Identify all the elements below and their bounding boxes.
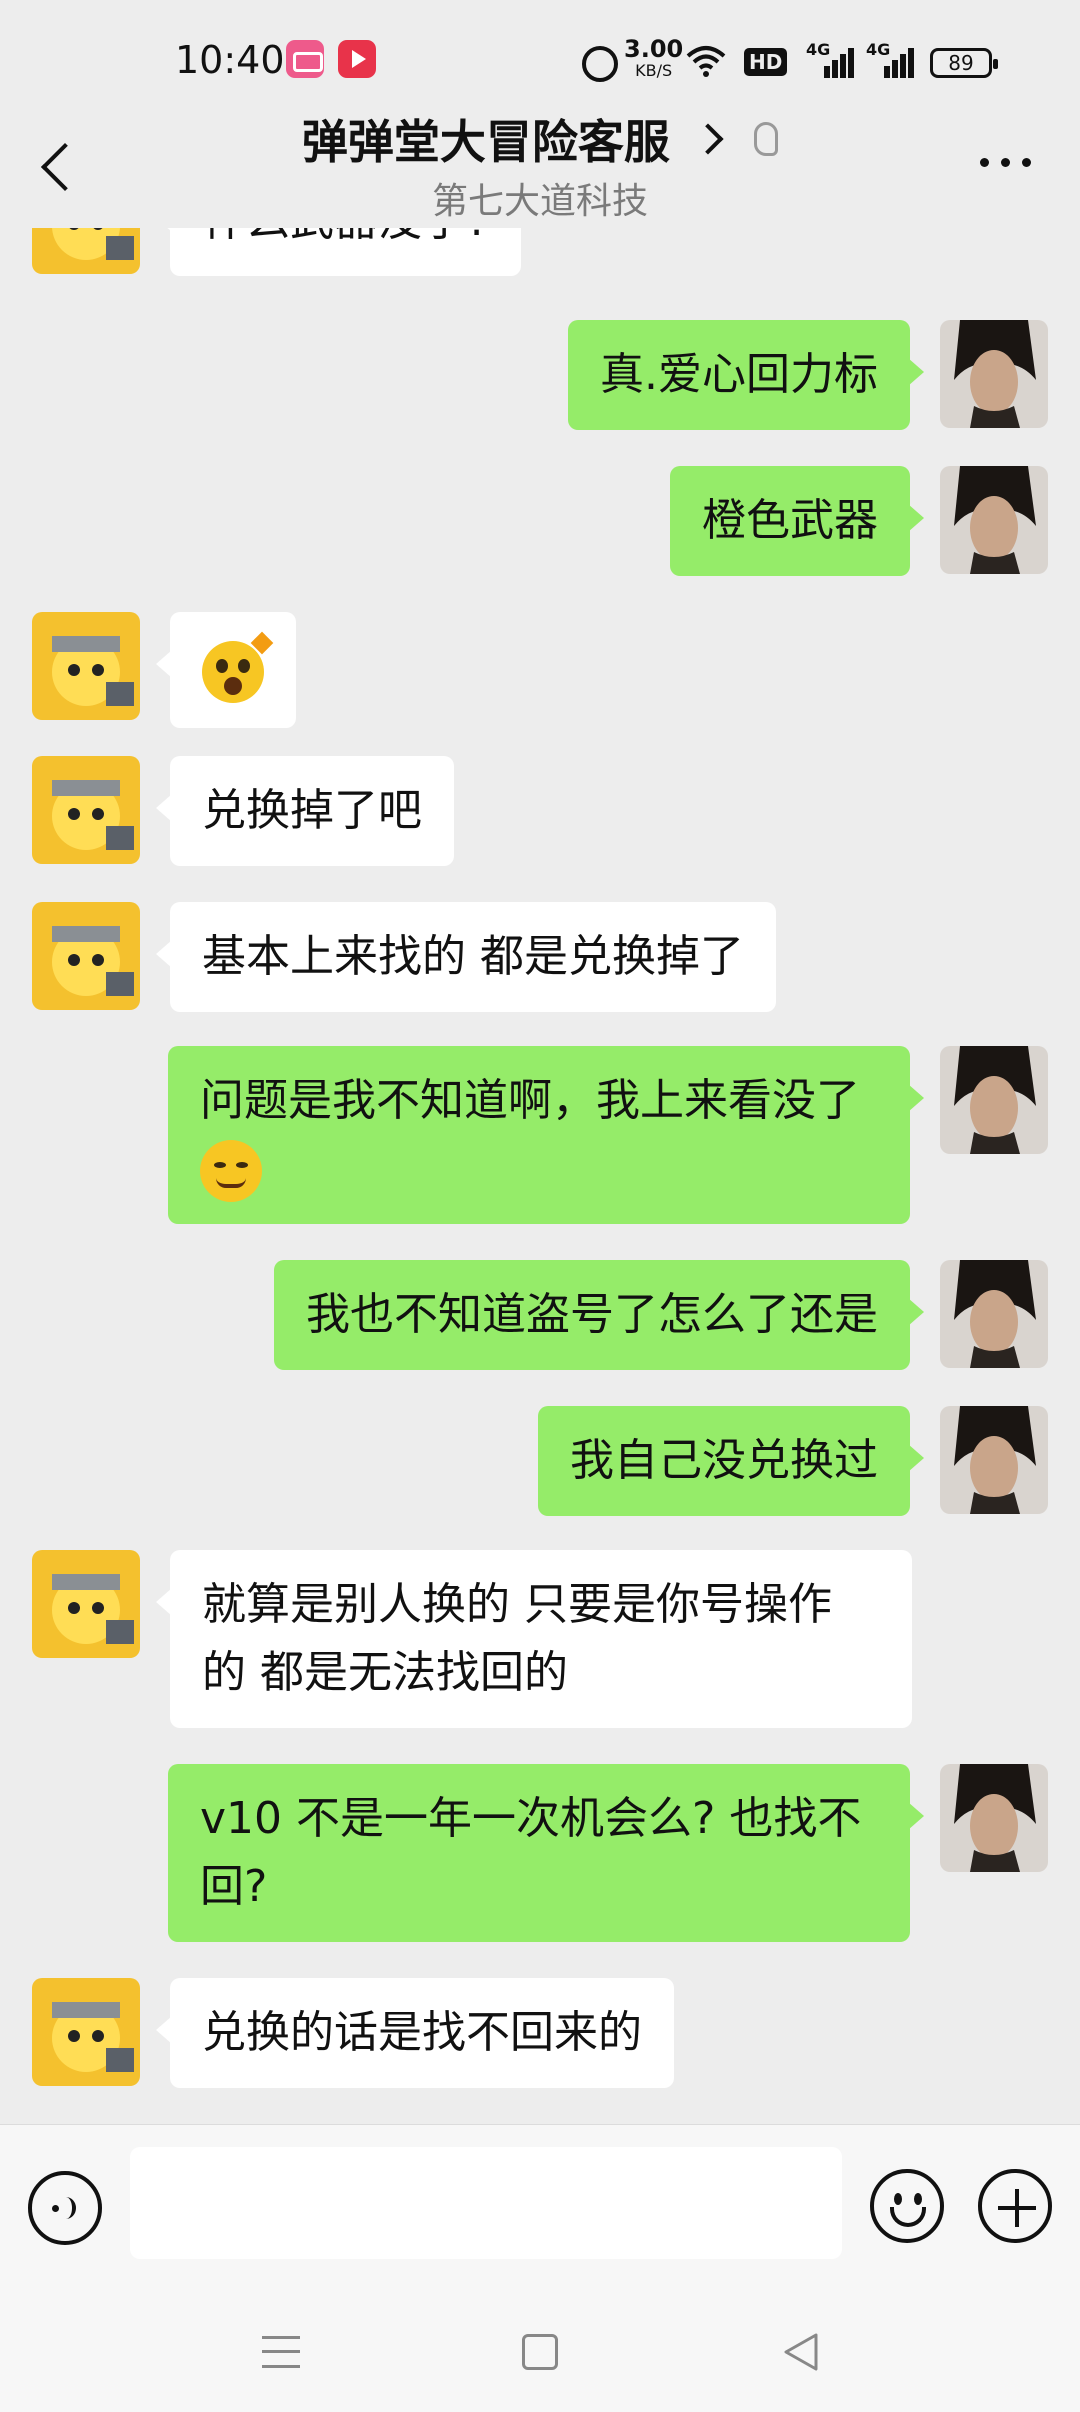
received-bubble[interactable]: 基本上来找的 都是兑换掉了 [156,902,776,1012]
recent-apps-icon[interactable] [262,2336,300,2368]
message-row: 我自己没兑换过 [0,1406,1080,1518]
message-row: 基本上来找的 都是兑换掉了 [0,902,1080,1014]
message-row: 问题是我不知道啊，我上来看没了 [0,1046,1080,1228]
signal-icon-1: 4G [806,40,854,78]
message-text-line2: 的 都是无法找回的 [202,1647,568,1698]
user-avatar[interactable] [940,320,1048,428]
more-options-button[interactable] [976,148,1036,178]
cs-avatar[interactable] [32,228,140,274]
sent-bubble[interactable]: v10 不是一年一次机会么? 也找不 回? [168,1764,924,1942]
user-avatar[interactable] [940,466,1048,574]
battery-icon: 89 [930,48,998,78]
signal2-label: 4G [866,40,891,59]
message-text: 我自己没兑换过 [570,1435,878,1486]
cs-avatar[interactable] [32,1978,140,2086]
wifi-icon [686,44,726,78]
home-icon[interactable] [522,2334,558,2370]
awkward-smile-emoji-icon [200,1140,262,1202]
message-row: 就算是别人换的 只要是你号操作 的 都是无法找回的 [0,1550,1080,1732]
message-text-line1: 就算是别人换的 只要是你号操作 [202,1579,832,1630]
more-actions-button[interactable] [978,2169,1052,2243]
earpiece-mode-icon [754,122,779,156]
received-bubble[interactable]: 兑换的话是找不回来的 [156,1978,674,2088]
message-row: v10 不是一年一次机会么? 也找不 回? [0,1764,1080,1946]
cs-avatar[interactable] [32,902,140,1010]
status-time: 10:40 [175,38,285,82]
message-text: 基本上来找的 都是兑换掉了 [202,931,744,982]
message-text: 我也不知道盗号了怎么了还是 [306,1289,878,1340]
cs-avatar[interactable] [32,1550,140,1658]
cs-avatar[interactable] [32,612,140,720]
bilibili-app-icon [286,40,324,78]
message-text: 真.爱心回力标 [600,349,878,400]
input-bar [0,2124,1080,2292]
net-speed-unit: KB/S [635,61,673,80]
voice-input-button[interactable] [28,2171,102,2245]
chat-subtitle: 第七大道科技 [431,181,648,222]
sent-bubble[interactable]: 我也不知道盗号了怎么了还是 [274,1260,924,1370]
hd-voice-icon: HD [744,48,788,76]
user-avatar[interactable] [940,1260,1048,1368]
message-row: 真.爱心回力标 [0,320,1080,432]
alarm-icon [582,46,618,82]
sent-bubble[interactable]: 我自己没兑换过 [538,1406,924,1516]
message-row: 兑换掉了吧 [0,756,1080,868]
message-text: 问题是我不知道啊，我上来看没了 [200,1075,860,1126]
received-bubble[interactable] [156,612,296,728]
signal1-label: 4G [806,40,831,59]
received-bubble[interactable]: 兑换掉了吧 [156,756,454,866]
message-text-line1: v10 不是一年一次机会么? 也找不 [200,1793,862,1844]
received-bubble[interactable]: 什么武器没了? [155,228,522,276]
user-avatar[interactable] [940,1764,1048,1872]
signal-icon-2: 4G [866,40,914,78]
message-text: 兑换的话是找不回来的 [202,2007,642,2058]
chat-header: 弹弹堂大冒险客服 第七大道科技 [0,100,1080,228]
sent-bubble[interactable]: 问题是我不知道啊，我上来看没了 [168,1046,924,1224]
message-row: 我也不知道盗号了怎么了还是 [0,1260,1080,1372]
chat-title: 弹弹堂大冒险客服 [301,115,670,169]
message-row: 什么武器没了? [0,228,1080,276]
cs-avatar[interactable] [32,756,140,864]
net-speed-value: 3.00 [624,35,684,63]
video-app-icon [338,40,376,78]
sent-bubble[interactable]: 橙色武器 [670,466,924,576]
chevron-right-icon [692,123,724,155]
message-text: 橙色武器 [702,495,878,546]
message-text: 什么武器没了? [202,228,489,246]
user-avatar[interactable] [940,1046,1048,1154]
surprised-emoji-icon [202,631,274,703]
message-row: 橙色武器 [0,466,1080,578]
system-nav-bar [0,2292,1080,2412]
message-text: 兑换掉了吧 [202,785,422,836]
emoji-button[interactable] [870,2169,944,2243]
message-row [0,612,1080,728]
received-bubble[interactable]: 就算是别人换的 只要是你号操作 的 都是无法找回的 [156,1550,912,1728]
user-avatar[interactable] [940,1406,1048,1514]
message-row: 兑换的话是找不回来的 [0,1978,1080,2090]
message-input[interactable] [130,2147,842,2259]
message-list[interactable]: 什么武器没了? 真.爱心回力标 橙色武器 兑换掉了吧 基本上来找的 都是兑换掉了… [0,228,1080,2124]
network-speed: 3.00 KB/S [624,35,684,82]
message-text-line2: 回? [200,1861,268,1912]
sent-bubble[interactable]: 真.爱心回力标 [568,320,924,430]
title-row[interactable]: 弹弹堂大冒险客服 [0,106,1080,172]
